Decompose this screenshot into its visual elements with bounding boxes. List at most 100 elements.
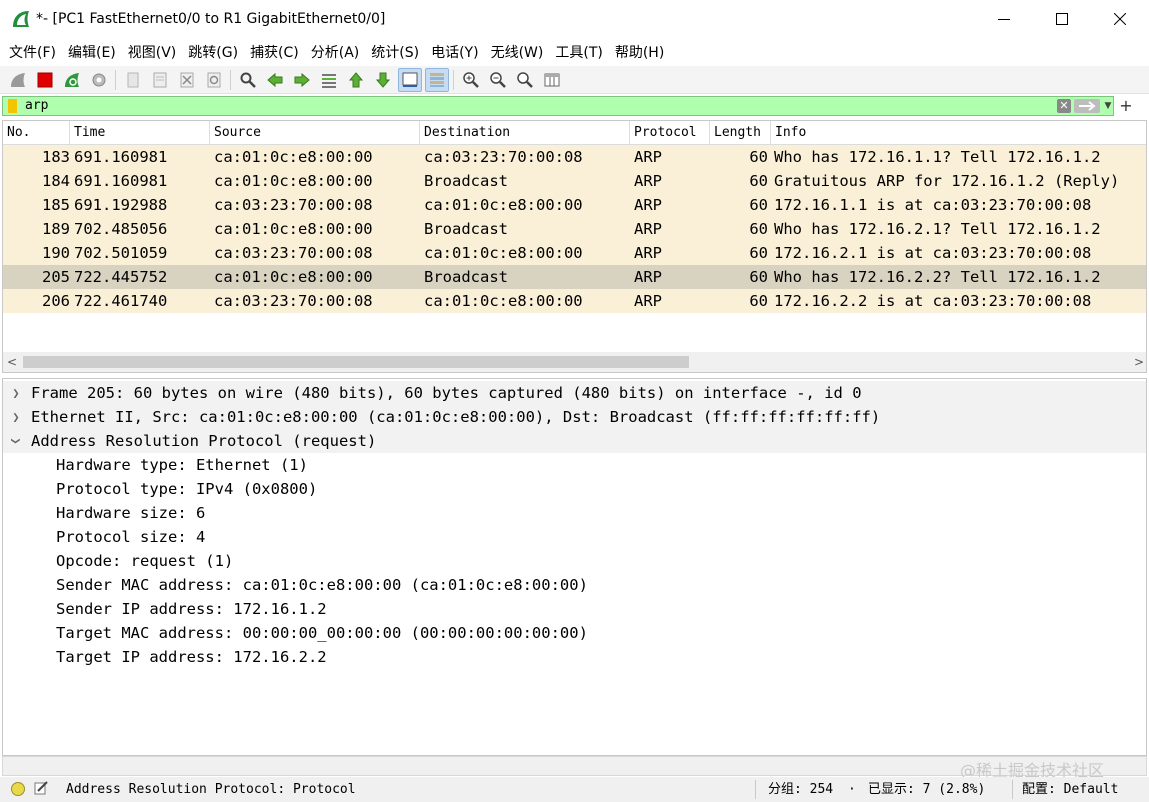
open-file-button[interactable] (121, 68, 145, 92)
menu-go[interactable]: 跳转(G) (183, 42, 243, 62)
menu-tools[interactable]: 工具(T) (550, 42, 607, 62)
filter-text[interactable]: arp (25, 98, 48, 113)
arrow-right-icon (1079, 101, 1096, 111)
capture-comment-icon[interactable] (34, 781, 48, 795)
zoom-in-button[interactable] (459, 68, 483, 92)
zoom-out-icon (489, 71, 506, 88)
column-header-protocol[interactable]: Protocol (630, 121, 710, 145)
reload-icon (207, 72, 220, 87)
go-to-packet-button[interactable] (317, 68, 341, 92)
tree-field-hardware-size[interactable]: Hardware size: 6 (3, 501, 1146, 525)
maximize-button[interactable] (1033, 0, 1091, 38)
cell-no: 185 (42, 196, 70, 214)
chevron-down-icon[interactable]: ❯ (4, 434, 28, 448)
tree-item-label: Ethernet II, Src: ca:01:0c:e8:00:00 (ca:… (31, 408, 881, 426)
cell-source: ca:01:0c:e8:00:00 (214, 148, 373, 166)
cell-time: 702.501059 (74, 244, 168, 262)
table-row[interactable]: 185 691.192988 ca:03:23:70:00:08 ca:01:0… (3, 193, 1146, 217)
tree-field-target-mac[interactable]: Target MAC address: 00:00:00_00:00:00 (0… (3, 621, 1146, 645)
cell-source: ca:01:0c:e8:00:00 (214, 268, 373, 286)
cell-info: 172.16.2.1 is at ca:03:23:70:00:08 (774, 244, 1092, 262)
wireshark-fin-icon (13, 11, 29, 27)
table-row[interactable]: 184 691.160981 ca:01:0c:e8:00:00 Broadca… (3, 169, 1146, 193)
chevron-right-icon[interactable]: > (1130, 352, 1146, 372)
window-title: *- [PC1 FastEthernet0/0 to R1 GigabitEth… (36, 11, 386, 27)
close-file-button[interactable] (175, 68, 199, 92)
add-filter-button[interactable]: + (1119, 95, 1133, 117)
column-header-time[interactable]: Time (70, 121, 210, 145)
tree-item-ethernet[interactable]: ❯ Ethernet II, Src: ca:01:0c:e8:00:00 (c… (3, 405, 1146, 429)
menu-view[interactable]: 视图(V) (123, 42, 182, 62)
display-filter-input[interactable]: arp ✕ ▼ (2, 96, 1114, 116)
chevron-left-icon[interactable]: < (3, 352, 21, 372)
tree-field-sender-mac[interactable]: Sender MAC address: ca:01:0c:e8:00:00 (c… (3, 573, 1146, 597)
cell-info: Who has 172.16.1.1? Tell 172.16.1.2 (774, 148, 1101, 166)
table-row[interactable]: 189 702.485056 ca:01:0c:e8:00:00 Broadca… (3, 217, 1146, 241)
expert-info-icon[interactable] (11, 782, 25, 796)
resize-columns-button[interactable] (540, 68, 564, 92)
go-back-button[interactable] (263, 68, 287, 92)
table-row[interactable]: 183 691.160981 ca:01:0c:e8:00:00 ca:03:2… (3, 145, 1146, 169)
last-packet-button[interactable] (371, 68, 395, 92)
stop-icon (37, 72, 52, 87)
find-packet-button[interactable] (236, 68, 260, 92)
scrollbar-thumb[interactable] (23, 356, 689, 368)
status-profile[interactable]: 配置: Default (1022, 777, 1118, 802)
column-header-destination[interactable]: Destination (420, 121, 630, 145)
column-header-no[interactable]: No. (3, 121, 70, 145)
go-forward-button[interactable] (290, 68, 314, 92)
tree-field-opcode[interactable]: Opcode: request (1) (3, 549, 1146, 573)
close-button[interactable] (1091, 0, 1149, 38)
close-file-icon (180, 72, 193, 87)
chevron-right-icon[interactable]: ❯ (9, 381, 23, 405)
menu-telephony[interactable]: 电话(Y) (426, 42, 483, 62)
menu-capture[interactable]: 捕获(C) (245, 42, 304, 62)
normal-size-button[interactable] (513, 68, 537, 92)
chevron-right-icon[interactable]: ❯ (9, 405, 23, 429)
menu-wireless[interactable]: 无线(W) (486, 42, 549, 62)
save-file-button[interactable] (148, 68, 172, 92)
tree-item-label: Frame 205: 60 bytes on wire (480 bits), … (31, 384, 862, 402)
reload-file-button[interactable] (202, 68, 226, 92)
cell-length: 60 (749, 148, 768, 166)
colorize-button[interactable] (424, 67, 449, 92)
column-header-source[interactable]: Source (210, 121, 420, 145)
zoom-out-button[interactable] (486, 68, 510, 92)
menu-statistics[interactable]: 统计(S) (366, 42, 424, 62)
tree-field-protocol-size[interactable]: Protocol size: 4 (3, 525, 1146, 549)
bookmark-icon[interactable] (8, 99, 17, 113)
minimize-button[interactable] (975, 0, 1033, 38)
gear-icon (92, 73, 105, 86)
auto-scroll-button[interactable] (397, 67, 422, 92)
apply-filter-button[interactable] (1074, 99, 1100, 113)
capture-options-button[interactable] (87, 68, 111, 92)
tree-field-protocol-type[interactable]: Protocol type: IPv4 (0x0800) (3, 477, 1146, 501)
packet-list-hscrollbar[interactable]: < > (3, 352, 1146, 372)
stop-capture-button[interactable] (33, 68, 57, 92)
restart-capture-button[interactable] (60, 68, 84, 92)
cell-protocol: ARP (634, 220, 662, 238)
menu-file[interactable]: 文件(F) (4, 42, 61, 62)
table-row-selected[interactable]: 205 722.445752 ca:01:0c:e8:00:00 Broadca… (3, 265, 1146, 289)
cell-time: 691.160981 (74, 148, 168, 166)
cell-time: 702.485056 (74, 220, 168, 238)
table-row[interactable]: 206 722.461740 ca:03:23:70:00:08 ca:01:0… (3, 289, 1146, 313)
chevron-down-icon[interactable]: ▼ (1103, 99, 1113, 113)
menu-analyze[interactable]: 分析(A) (306, 42, 365, 62)
menu-edit[interactable]: 编辑(E) (63, 42, 121, 62)
first-packet-button[interactable] (344, 68, 368, 92)
title-bar: *- [PC1 FastEthernet0/0 to R1 GigabitEth… (0, 0, 1149, 38)
tree-item-frame[interactable]: ❯ Frame 205: 60 bytes on wire (480 bits)… (3, 381, 1146, 405)
start-capture-button[interactable] (6, 68, 30, 92)
column-header-info[interactable]: Info (771, 121, 1146, 145)
tree-field-target-ip[interactable]: Target IP address: 172.16.2.2 (3, 645, 1146, 669)
tree-item-arp[interactable]: ❯ Address Resolution Protocol (request) (3, 429, 1146, 453)
tree-field-hardware-type[interactable]: Hardware type: Ethernet (1) (3, 453, 1146, 477)
clear-filter-icon[interactable]: ✕ (1057, 99, 1071, 113)
menu-help[interactable]: 帮助(H) (610, 42, 669, 62)
cell-no: 183 (42, 148, 70, 166)
field-label: Target MAC address: 00:00:00_00:00:00 (0… (56, 624, 588, 642)
tree-field-sender-ip[interactable]: Sender IP address: 172.16.1.2 (3, 597, 1146, 621)
table-row[interactable]: 190 702.501059 ca:03:23:70:00:08 ca:01:0… (3, 241, 1146, 265)
column-header-length[interactable]: Length (710, 121, 771, 145)
